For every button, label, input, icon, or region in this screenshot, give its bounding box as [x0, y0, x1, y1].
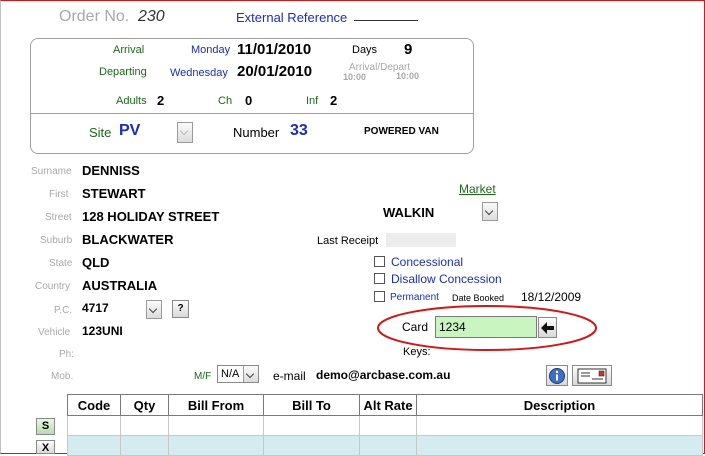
state-field[interactable]: QLD — [82, 255, 109, 270]
suburb-field[interactable]: BLACKWATER — [82, 232, 173, 247]
arrival-date[interactable]: 11/01/2010 — [237, 41, 311, 58]
days-value[interactable]: 9 — [404, 41, 412, 58]
gender-select[interactable]: N/A — [217, 365, 259, 383]
concessional-checkbox[interactable] — [374, 256, 385, 267]
table-row[interactable] — [67, 435, 703, 456]
order-number-label: Order No. — [59, 8, 130, 25]
arrow-left-icon — [541, 322, 554, 334]
departing-label: Departing — [99, 66, 147, 78]
gender-select-value: N/A — [221, 368, 240, 380]
site-number-value[interactable]: 33 — [290, 122, 308, 140]
phone-label: Ph: — [59, 349, 75, 360]
table-row[interactable] — [67, 415, 703, 436]
column-header-bill-from[interactable]: Bill From — [168, 394, 264, 416]
keys-label: Keys: — [403, 346, 431, 358]
infants-label: Inf — [306, 95, 319, 107]
postcode-dropdown[interactable] — [146, 300, 162, 319]
suburb-label: Suburb — [40, 235, 73, 246]
date-booked-label: Date Booked — [452, 293, 505, 303]
site-value[interactable]: PV — [119, 122, 140, 140]
first-name-field[interactable]: STEWART — [82, 186, 146, 201]
external-reference-label: External Reference — [236, 10, 348, 25]
table-cell[interactable] — [416, 415, 703, 436]
postcode-lookup-button[interactable]: ? — [172, 300, 189, 318]
site-dropdown[interactable] — [177, 122, 193, 143]
street-field[interactable]: 128 HOLIDAY STREET — [82, 209, 219, 224]
permanent-label: Permanent — [390, 292, 439, 303]
table-cell[interactable] — [416, 435, 703, 456]
vehicle-label: Vehicle — [38, 327, 71, 338]
delete-row-button[interactable]: X — [36, 440, 55, 454]
table-cell[interactable] — [120, 435, 169, 456]
card-input[interactable]: 1234 — [435, 316, 537, 338]
country-field[interactable]: AUSTRALIA — [82, 278, 157, 293]
market-value[interactable]: WALKIN — [383, 205, 434, 220]
table-cell[interactable] — [168, 415, 264, 436]
site-type: POWERED VAN — [364, 126, 439, 137]
postcode-field[interactable]: 4717 — [82, 301, 109, 315]
children-label: Ch — [218, 95, 233, 107]
adults-label: Adults — [116, 95, 147, 107]
state-label: State — [49, 258, 73, 269]
info-button[interactable] — [546, 365, 568, 386]
table-cell[interactable] — [67, 415, 121, 436]
card-input-value: 1234 — [439, 320, 466, 334]
surname-label: Surname — [31, 166, 72, 177]
table-cell[interactable] — [263, 415, 360, 436]
line-items-table: Code Qty Bill From Bill To Alt Rate Desc… — [67, 394, 703, 456]
email-field[interactable]: demo@arcbase.com.au — [316, 368, 450, 382]
country-label: Country — [35, 281, 71, 292]
table-cell[interactable] — [263, 435, 360, 456]
email-label: e-mail — [273, 369, 306, 383]
column-header-bill-to[interactable]: Bill To — [263, 394, 360, 416]
departing-day: Wednesday — [170, 67, 228, 79]
external-reference-field[interactable] — [354, 20, 418, 21]
last-receipt-field — [386, 233, 456, 247]
date-booked-value: 18/12/2009 — [521, 290, 582, 304]
surname-field[interactable]: DENNISS — [82, 163, 140, 178]
table-cell[interactable] — [120, 415, 169, 436]
market-dropdown[interactable] — [482, 202, 498, 221]
select-row-button[interactable]: S — [36, 418, 55, 435]
street-label: Street — [45, 212, 72, 223]
table-cell[interactable] — [359, 415, 417, 436]
number-label: Number — [233, 125, 280, 140]
departing-date[interactable]: 20/01/2010 — [237, 63, 312, 80]
depart-time[interactable]: 10:00 — [396, 71, 419, 81]
disallow-concession-checkbox[interactable] — [374, 273, 385, 284]
card-label: Card — [402, 320, 429, 334]
disallow-concession-label: Disallow Concession — [391, 272, 502, 286]
permanent-checkbox[interactable] — [374, 291, 385, 302]
first-name-label: First — [49, 189, 69, 200]
gender-label: M/F — [194, 371, 212, 382]
table-cell[interactable] — [67, 435, 121, 456]
arrival-time[interactable]: 10:00 — [343, 72, 366, 82]
table-cell[interactable] — [168, 435, 264, 456]
arrival-day: Monday — [191, 44, 231, 56]
column-header-code[interactable]: Code — [67, 394, 121, 416]
market-link[interactable]: Market — [459, 182, 496, 196]
order-number-value: 230 — [138, 8, 165, 25]
postcode-label: P.C. — [54, 305, 73, 316]
column-header-qty[interactable]: Qty — [120, 394, 169, 416]
info-icon — [549, 368, 565, 384]
children-value[interactable]: 0 — [245, 93, 252, 108]
site-label: Site — [89, 125, 112, 140]
adults-value[interactable]: 2 — [157, 93, 164, 108]
concessional-label: Concessional — [391, 255, 464, 269]
column-header-description[interactable]: Description — [416, 394, 703, 416]
table-cell[interactable] — [359, 435, 417, 456]
infants-value[interactable]: 2 — [330, 93, 337, 108]
card-enter-button[interactable] — [538, 317, 557, 338]
days-label: Days — [352, 44, 378, 56]
stay-panel-divider — [30, 113, 473, 114]
email-send-button[interactable] — [572, 365, 612, 386]
arrival-label: Arrival — [113, 44, 145, 56]
vehicle-field[interactable]: 123UNI — [82, 324, 123, 338]
last-receipt-label: Last Receipt — [317, 235, 379, 247]
chevron-down-icon — [243, 366, 258, 382]
column-header-alt-rate[interactable]: Alt Rate — [359, 394, 417, 416]
mobile-label: Mob. — [51, 371, 74, 382]
envelope-icon — [577, 368, 607, 384]
